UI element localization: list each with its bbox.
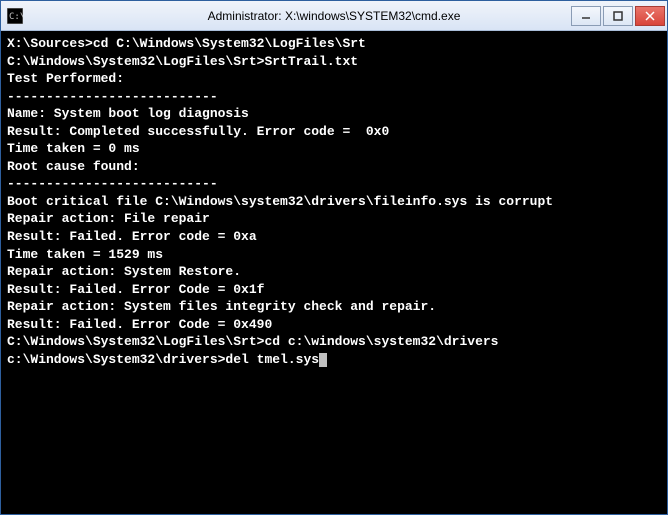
- terminal-line: Result: Failed. Error Code = 0x1f: [7, 281, 661, 299]
- terminal-line: Test Performed:: [7, 70, 661, 88]
- minimize-button[interactable]: [571, 6, 601, 26]
- cmd-icon: C:\: [7, 8, 23, 24]
- terminal-line: Time taken = 0 ms: [7, 140, 661, 158]
- terminal-line: C:\Windows\System32\LogFiles\Srt>SrtTrai…: [7, 53, 661, 71]
- terminal-line: c:\Windows\System32\drivers>del tmel.sys: [7, 351, 661, 369]
- terminal-line: Repair action: System files integrity ch…: [7, 298, 661, 316]
- terminal-line: Boot critical file C:\Windows\system32\d…: [7, 193, 661, 211]
- terminal-line: Repair action: File repair: [7, 210, 661, 228]
- terminal-line: ---------------------------: [7, 88, 661, 106]
- title-bar[interactable]: C:\ Administrator: X:\windows\SYSTEM32\c…: [1, 1, 667, 31]
- cursor: [319, 353, 327, 367]
- terminal-line: Name: System boot log diagnosis: [7, 105, 661, 123]
- cmd-window: C:\ Administrator: X:\windows\SYSTEM32\c…: [0, 0, 668, 515]
- terminal-line: C:\Windows\System32\LogFiles\Srt>cd c:\w…: [7, 333, 661, 351]
- terminal-output[interactable]: X:\Sources>cd C:\Windows\System32\LogFil…: [1, 31, 667, 514]
- terminal-line: ---------------------------: [7, 175, 661, 193]
- window-title: Administrator: X:\windows\SYSTEM32\cmd.e…: [208, 9, 461, 23]
- terminal-line: Root cause found:: [7, 158, 661, 176]
- terminal-line: Result: Failed. Error Code = 0x490: [7, 316, 661, 334]
- terminal-line: Result: Failed. Error code = 0xa: [7, 228, 661, 246]
- terminal-line: Result: Completed successfully. Error co…: [7, 123, 661, 141]
- close-button[interactable]: [635, 6, 665, 26]
- maximize-button[interactable]: [603, 6, 633, 26]
- svg-text:C:\: C:\: [9, 12, 23, 22]
- window-controls: [569, 6, 665, 26]
- terminal-line: X:\Sources>cd C:\Windows\System32\LogFil…: [7, 35, 661, 53]
- terminal-line: Repair action: System Restore.: [7, 263, 661, 281]
- terminal-line: Time taken = 1529 ms: [7, 246, 661, 264]
